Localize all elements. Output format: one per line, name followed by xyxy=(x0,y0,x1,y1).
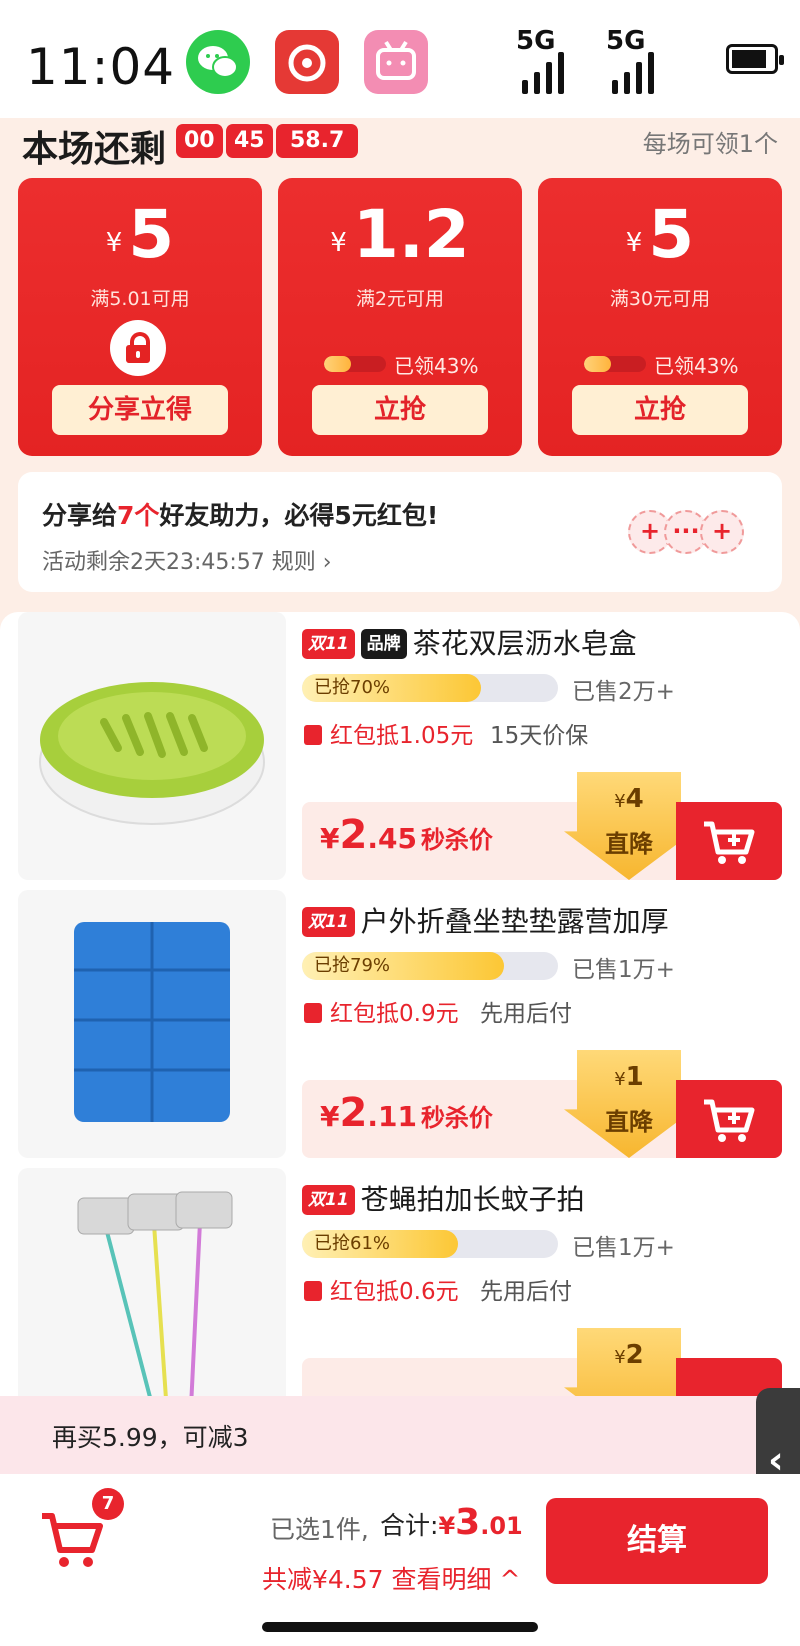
round-title: 本场还剩 xyxy=(22,129,167,170)
countdown-colon: : xyxy=(214,122,225,152)
sold-count: 已售1万+ xyxy=(572,957,675,983)
status-time: 11:04 xyxy=(26,38,176,96)
product-item[interactable]: 双11 户外折叠坐垫垫露营加厚 已抢79% 已售1万+ 红包抵0.9元 先用后付 … xyxy=(0,890,800,1182)
signal-2: 5G xyxy=(606,26,654,94)
coupon-condition: 满30元可用 xyxy=(609,288,711,310)
per-round-limit: 每场可领1个 xyxy=(642,130,778,158)
coupon-card: ¥5 满5.01可用 分享立得 xyxy=(18,178,262,456)
share-card[interactable]: 分享给7个好友助力，必得5元红包! 活动剩余2天23:45:57 规则 › + … xyxy=(18,472,782,592)
share-title: 分享给7个好友助力，必得5元红包! xyxy=(42,501,439,530)
signal-1: 5G xyxy=(516,26,564,94)
product-title[interactable]: 双11 苍蝇拍加长蚊子拍 xyxy=(302,1178,585,1218)
price-strip: ¥2.11 秒杀价 ¥1 直降 xyxy=(302,1050,782,1158)
cart-count-badge: 7 xyxy=(92,1488,124,1520)
claimed-label: 已领43% xyxy=(394,354,479,378)
coupon-condition: 满5.01可用 xyxy=(90,288,190,310)
claimed-label: 已领43% xyxy=(654,354,739,378)
product-item[interactable]: 双11 苍蝇拍加长蚊子拍 已抢61% 已售1万+ 红包抵0.6元 先用后付 ¥2 xyxy=(0,1168,800,1412)
redpacket-discount: 红包抵0.9元 xyxy=(304,994,459,1028)
redpacket-discount: 红包抵0.6元 xyxy=(304,1272,459,1306)
redpacket-discount: 红包抵1.05元 xyxy=(304,716,473,750)
share-rules-link[interactable]: 活动剩余2天23:45:57 规则 › xyxy=(42,544,332,576)
checkout-button[interactable]: 结算 xyxy=(546,1498,768,1584)
countdown-seconds: 58.7 xyxy=(276,124,359,158)
product-image[interactable] xyxy=(18,612,286,880)
total-price: 合计:¥3.01 xyxy=(380,1502,523,1543)
bilibili-icon xyxy=(364,30,428,94)
brand-tag: 品牌 xyxy=(360,629,407,659)
coupon-amount: ¥5 xyxy=(625,196,695,273)
signal-bars-icon xyxy=(612,52,654,94)
product-item[interactable]: 双11 品牌 茶花双层沥水皂盒 已抢70% 已售2万+ 红包抵1.05元 15天价保… xyxy=(0,612,800,904)
claimed-progress xyxy=(324,356,386,372)
price-drop-badge: ¥1 直降 xyxy=(564,1050,694,1158)
invite-friend-slots[interactable]: + ··· + xyxy=(628,510,744,554)
redpacket-icon xyxy=(304,725,322,745)
pay-later: 先用后付 xyxy=(480,1279,572,1305)
wechat-icon xyxy=(186,30,250,94)
redpacket-icon xyxy=(304,1003,322,1023)
product-image[interactable] xyxy=(18,890,286,1158)
add-to-cart-button[interactable] xyxy=(676,1080,782,1158)
sold-progress: 已抢79% xyxy=(302,952,558,980)
price-strip: ¥2.45 秒杀价 ¥4 直降 xyxy=(302,772,782,880)
add-cart-icon xyxy=(704,821,755,864)
checkout-bar: 7 已选1件, 合计:¥3.01 共减¥4.57 查看明细 ^ 结算 xyxy=(0,1474,800,1646)
redpacket-icon xyxy=(304,1281,322,1301)
flash-price: ¥2.45 秒杀价 xyxy=(320,812,493,858)
coupon-card: ¥5 满30元可用 已领43% 立抢 xyxy=(538,178,782,456)
signal-bars-icon xyxy=(522,52,564,94)
sold-progress: 已抢70% xyxy=(302,674,558,702)
savings-detail-link[interactable]: 共减¥4.57 查看明细 ^ xyxy=(262,1560,520,1596)
selected-count: 已选1件, xyxy=(270,1515,369,1544)
double11-tag: 双11 xyxy=(302,1185,355,1215)
promo-tip-bar: 再买5.99，可减3 xyxy=(0,1396,800,1474)
coupon-amount: ¥5 xyxy=(105,196,175,273)
double11-tag: 双11 xyxy=(302,907,355,937)
coupon-amount: ¥1.2 xyxy=(330,196,470,273)
lock-icon xyxy=(110,320,166,376)
product-title[interactable]: 双11 户外折叠坐垫垫露营加厚 xyxy=(302,900,669,940)
grab-coupon-button[interactable]: 立抢 xyxy=(572,385,748,435)
add-friend-icon[interactable]: + xyxy=(700,510,744,554)
battery-icon xyxy=(726,44,784,74)
pay-later: 先用后付 xyxy=(480,1001,572,1027)
flash-price: ¥2.11 秒杀价 xyxy=(320,1090,493,1136)
home-indicator[interactable] xyxy=(262,1622,538,1632)
double11-tag: 双11 xyxy=(302,629,355,659)
coupon-card: ¥1.2 满2元可用 已领43% 立抢 xyxy=(278,178,522,456)
add-to-cart-button[interactable] xyxy=(676,802,782,880)
netease-music-icon xyxy=(275,30,339,94)
grab-coupon-button[interactable]: 立抢 xyxy=(312,385,488,435)
sold-count: 已售1万+ xyxy=(572,1235,675,1261)
share-claim-button[interactable]: 分享立得 xyxy=(52,385,228,435)
price-guarantee: 15天价保 xyxy=(490,723,589,749)
add-cart-icon xyxy=(704,1099,755,1142)
sold-progress: 已抢61% xyxy=(302,1230,558,1258)
coupon-condition: 满2元可用 xyxy=(355,288,445,310)
countdown-colon: : xyxy=(264,122,275,152)
product-title[interactable]: 双11 品牌 茶花双层沥水皂盒 xyxy=(302,622,637,662)
promo-tip-text: 再买5.99，可减3 xyxy=(52,1423,249,1452)
product-image[interactable] xyxy=(18,1168,286,1412)
claimed-progress xyxy=(584,356,646,372)
product-list: 双11 品牌 茶花双层沥水皂盒 已抢70% 已售2万+ 红包抵1.05元 15天价保… xyxy=(0,612,800,1412)
sold-count: 已售2万+ xyxy=(572,679,675,705)
price-drop-badge: ¥4 直降 xyxy=(564,772,694,880)
